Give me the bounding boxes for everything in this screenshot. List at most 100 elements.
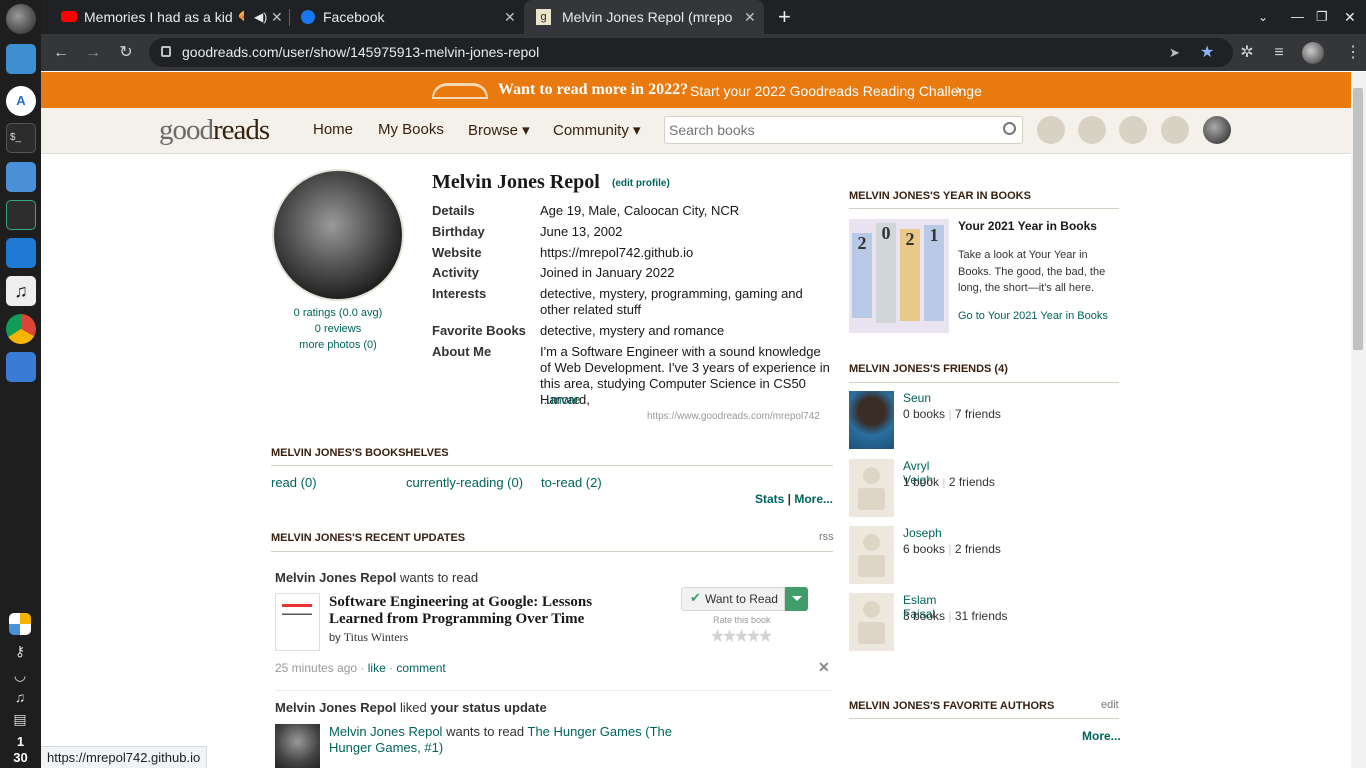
profile-photo[interactable] bbox=[272, 169, 404, 301]
forward-icon[interactable]: → bbox=[81, 41, 105, 65]
search-icon[interactable] bbox=[1003, 122, 1016, 135]
nav-home[interactable]: Home bbox=[313, 121, 353, 138]
avatar-launcher-icon[interactable] bbox=[6, 4, 36, 34]
maximize-icon[interactable]: ❐ bbox=[1316, 0, 1328, 34]
url-text[interactable]: goodreads.com/user/show/145975913-melvin… bbox=[182, 38, 539, 67]
music-player-icon[interactable]: ♫ bbox=[6, 276, 36, 306]
tab-close-icon[interactable]: ✕ bbox=[271, 0, 283, 34]
messages-icon[interactable] bbox=[1119, 116, 1147, 144]
system-monitor-icon[interactable] bbox=[6, 200, 36, 230]
year-in-books-link[interactable]: Go to Your 2021 Year in Books bbox=[958, 310, 1108, 322]
star-icon[interactable] bbox=[735, 629, 748, 642]
goodreads-logo[interactable]: goodreads bbox=[159, 114, 270, 147]
status-update-link[interactable]: your status update bbox=[430, 700, 546, 715]
user-avatar-icon[interactable] bbox=[1203, 116, 1231, 144]
address-bar[interactable]: goodreads.com/user/show/145975913-melvin… bbox=[149, 38, 1233, 67]
sub-user-link[interactable]: Melvin Jones Repol bbox=[329, 724, 442, 739]
search-books-input[interactable] bbox=[669, 120, 989, 140]
rss-link[interactable]: rss bbox=[819, 531, 834, 543]
default-avatar-icon[interactable] bbox=[849, 593, 894, 651]
speaker-icon[interactable]: ◀) bbox=[254, 0, 267, 34]
shelf-to-read[interactable]: to-read (2) bbox=[541, 475, 602, 490]
close-window-icon[interactable]: ✕ bbox=[1344, 0, 1356, 34]
update-user-link[interactable]: Melvin Jones Repol bbox=[275, 700, 396, 715]
nav-community[interactable]: Community ▾ bbox=[553, 121, 641, 139]
minimize-icon[interactable]: — bbox=[1291, 0, 1304, 34]
star-icon[interactable] bbox=[711, 629, 724, 642]
clock-minute[interactable]: 30 bbox=[0, 750, 41, 765]
wifi-icon[interactable]: ◡ bbox=[12, 667, 28, 683]
chevron-right-icon[interactable]: › bbox=[956, 81, 961, 98]
book-title-link[interactable]: Software Engineering at Google: Lessons … bbox=[329, 594, 639, 628]
shelf-dropdown-button[interactable] bbox=[785, 587, 808, 611]
reviews-link[interactable]: 0 reviews bbox=[272, 323, 404, 335]
vscode-icon[interactable] bbox=[6, 238, 36, 268]
user-thumbnail[interactable] bbox=[275, 724, 320, 768]
send-tab-icon[interactable]: ➤ bbox=[1169, 38, 1180, 67]
bluetooth-icon[interactable]: ⚷ bbox=[12, 643, 28, 659]
profile-avatar-icon[interactable] bbox=[1302, 42, 1324, 64]
update-time[interactable]: 25 minutes ago bbox=[275, 661, 357, 675]
star-icon[interactable] bbox=[747, 629, 760, 642]
shelf-currently-reading[interactable]: currently-reading (0) bbox=[406, 475, 523, 490]
camera-icon[interactable] bbox=[6, 352, 36, 382]
ratings-link[interactable]: 0 ratings (0.0 avg) bbox=[272, 307, 404, 319]
app-grid-icon[interactable] bbox=[9, 613, 31, 635]
default-avatar-icon[interactable] bbox=[849, 459, 894, 517]
year-in-books-image[interactable]: 2 0 2 1 bbox=[849, 219, 949, 333]
extensions-icon[interactable]: ✲ bbox=[1235, 41, 1259, 65]
star-icon[interactable] bbox=[723, 629, 736, 642]
sound-icon[interactable]: ♫ bbox=[12, 689, 28, 705]
banner-cta[interactable]: Start your 2022 Goodreads Reading Challe… bbox=[690, 83, 982, 99]
new-tab-icon[interactable]: + bbox=[778, 0, 791, 34]
friends-icon[interactable] bbox=[1161, 116, 1189, 144]
nav-my-books[interactable]: My Books bbox=[378, 121, 444, 138]
terminal-icon[interactable]: $_ bbox=[6, 123, 36, 153]
menu-kebab-icon[interactable]: ⋮ bbox=[1341, 41, 1365, 65]
stats-link[interactable]: Stats bbox=[755, 492, 784, 506]
tab-youtube[interactable]: Memories I had as a kid 🍕 ◀) ✕ bbox=[51, 0, 289, 34]
files-folder-icon[interactable] bbox=[6, 44, 36, 74]
scrollbar-thumb[interactable] bbox=[1353, 88, 1363, 350]
tab-search-icon[interactable]: ⌄ bbox=[1258, 0, 1268, 34]
page-scrollbar[interactable] bbox=[1351, 72, 1366, 768]
authors-edit-link[interactable]: edit bbox=[1101, 699, 1119, 711]
default-avatar-icon[interactable] bbox=[849, 526, 894, 584]
star-icon[interactable] bbox=[759, 629, 772, 642]
edit-profile-link[interactable]: (edit profile) bbox=[612, 178, 670, 189]
book-cover[interactable] bbox=[275, 593, 320, 651]
like-link[interactable]: like bbox=[368, 661, 386, 675]
update-user-link[interactable]: Melvin Jones Repol bbox=[275, 570, 396, 585]
tab-close-icon[interactable]: ✕ bbox=[504, 0, 516, 34]
more-shelves-link[interactable]: More... bbox=[794, 492, 833, 506]
comment-link[interactable]: comment bbox=[396, 661, 445, 675]
folder-icon[interactable] bbox=[6, 162, 36, 192]
android-studio-icon[interactable]: A bbox=[6, 86, 36, 116]
about-more-link[interactable]: ...more bbox=[540, 392, 580, 407]
bookmark-star-icon[interactable]: ★ bbox=[1200, 38, 1214, 67]
authors-more-link[interactable]: More... bbox=[1082, 729, 1121, 743]
friend-name-link[interactable]: Seun bbox=[903, 391, 931, 405]
tab-close-icon[interactable]: ✕ bbox=[744, 0, 756, 34]
media-queue-icon[interactable]: ≡ bbox=[1267, 41, 1291, 65]
nav-browse[interactable]: Browse ▾ bbox=[468, 121, 530, 139]
tab-goodreads[interactable]: g Melvin Jones Repol (mrepol7 ✕ bbox=[524, 0, 764, 34]
author-link[interactable]: Titus Winters bbox=[344, 630, 409, 644]
shelf-read[interactable]: read (0) bbox=[271, 475, 317, 490]
want-to-read-button[interactable]: ✔ Want to Read bbox=[681, 587, 785, 611]
close-icon[interactable]: ✕ bbox=[818, 659, 830, 676]
friend-name-link[interactable]: Joseph bbox=[903, 526, 942, 540]
website-link[interactable]: https://mrepol742.github.io bbox=[540, 245, 832, 261]
more-photos-link[interactable]: more photos (0) bbox=[272, 339, 404, 351]
friend-avatar[interactable] bbox=[849, 391, 894, 449]
chrome-icon[interactable] bbox=[6, 314, 36, 344]
rating-stars[interactable] bbox=[711, 629, 781, 645]
reload-icon[interactable]: ↻ bbox=[114, 41, 138, 65]
clock-hour[interactable]: 1 bbox=[0, 734, 41, 749]
back-icon[interactable]: ← bbox=[49, 41, 73, 65]
tab-facebook[interactable]: Facebook ✕ bbox=[290, 0, 523, 34]
clipboard-icon[interactable]: ▤ bbox=[12, 711, 28, 727]
reading-challenge-banner[interactable]: Want to read more in 2022? Start your 20… bbox=[41, 72, 1351, 108]
notifications-icon[interactable] bbox=[1037, 116, 1065, 144]
discussions-icon[interactable] bbox=[1078, 116, 1106, 144]
